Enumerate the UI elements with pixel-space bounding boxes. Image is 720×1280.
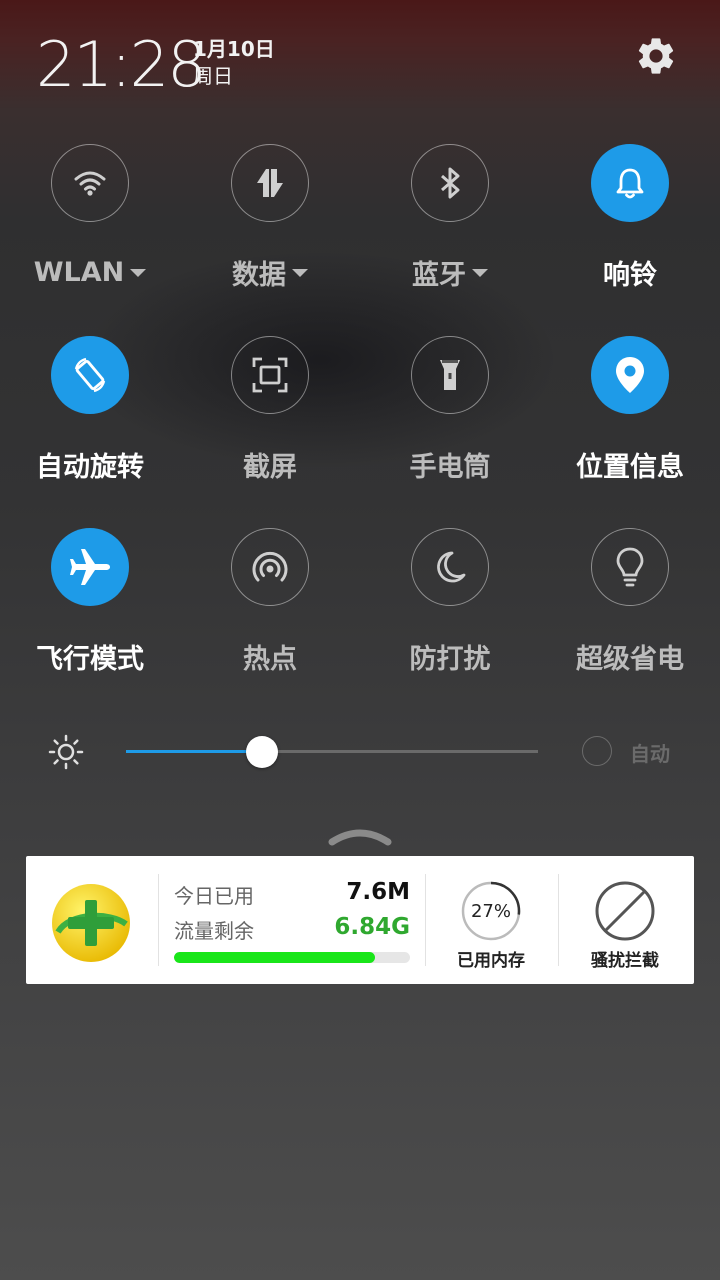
quick-tile-bluetooth[interactable]: 蓝牙 — [360, 144, 540, 291]
quick-tile-label: 超级省电 — [576, 643, 684, 675]
hotspot-icon — [248, 545, 292, 589]
quick-tile-label: 数据 — [232, 259, 286, 291]
quick-tile-label: 响铃 — [603, 259, 657, 291]
flashlight-icon — [430, 355, 470, 395]
quick-tile-rotate[interactable]: 自动旋转 — [0, 336, 180, 483]
location-pin-icon — [610, 353, 650, 397]
quick-tile-bell[interactable]: 响铃 — [540, 144, 720, 291]
quick-tile-toggle[interactable] — [411, 144, 489, 222]
auto-brightness-label: 自动 — [630, 742, 670, 766]
settings-button[interactable] — [634, 34, 678, 78]
date-text: 1月10日 — [193, 37, 275, 61]
moon-icon — [430, 547, 470, 587]
airplane-icon — [66, 543, 114, 591]
quick-tile-toggle[interactable] — [591, 528, 669, 606]
bluetooth-icon — [430, 163, 470, 203]
remaining-data-value: 6.84G — [334, 914, 410, 940]
security-app-logo[interactable] — [50, 882, 132, 964]
quick-tile-toggle[interactable] — [591, 336, 669, 414]
brightness-icon — [48, 734, 84, 770]
lightbulb-icon — [610, 545, 650, 589]
brightness-slider-fill — [126, 750, 262, 753]
auto-brightness-toggle[interactable] — [582, 736, 612, 766]
quick-tile-lightbulb[interactable]: 超级省电 — [540, 528, 720, 675]
quick-tile-screenshot[interactable]: 截屏 — [180, 336, 360, 483]
brightness-slider-knob[interactable] — [245, 736, 278, 768]
quick-tile-toggle[interactable] — [591, 144, 669, 222]
quick-tile-label: WLAN — [33, 256, 125, 288]
today-used-value: 7.6M — [346, 879, 410, 905]
quick-tile-moon[interactable]: 防打扰 — [360, 528, 540, 675]
quick-tile-hotspot[interactable]: 热点 — [180, 528, 360, 675]
screenshot-icon — [248, 353, 292, 397]
data-arrows-icon — [250, 163, 290, 203]
quick-tile-toggle[interactable] — [411, 336, 489, 414]
remaining-data-label: 流量剩余 — [174, 919, 254, 943]
quick-tile-toggle[interactable] — [231, 528, 309, 606]
weekday-text: 周日 — [193, 64, 233, 88]
quick-tile-label: 飞行模式 — [36, 643, 144, 675]
data-usage-bar-fill — [174, 952, 375, 963]
collapse-chevron-icon[interactable] — [328, 822, 392, 846]
quick-tile-airplane[interactable]: 飞行模式 — [0, 528, 180, 675]
quick-tile-label: 截屏 — [243, 451, 297, 483]
dropdown-caret-icon[interactable] — [472, 269, 488, 277]
divider — [158, 874, 159, 966]
quick-tile-label: 手电筒 — [409, 451, 491, 483]
quick-tile-toggle[interactable] — [51, 528, 129, 606]
quick-tile-location-pin[interactable]: 位置信息 — [540, 336, 720, 483]
rotate-icon — [68, 353, 112, 397]
quick-tile-flashlight[interactable]: 手电筒 — [360, 336, 540, 483]
quick-tile-wifi[interactable]: WLAN — [0, 144, 180, 290]
dropdown-caret-icon[interactable] — [130, 269, 147, 277]
divider — [558, 874, 559, 966]
quick-tile-label: 自动旋转 — [36, 451, 144, 483]
data-usage-bar — [174, 952, 410, 963]
memory-percent: 27% — [470, 900, 511, 922]
quick-tile-toggle[interactable] — [231, 336, 309, 414]
quick-tile-label: 位置信息 — [576, 451, 684, 483]
wifi-icon — [70, 163, 110, 203]
security-widget-card: 今日已用 7.6M 流量剩余 6.84G 27% 已用内存 骚扰拦截 — [26, 856, 694, 984]
quick-tile-label: 热点 — [243, 643, 297, 675]
block-icon[interactable] — [594, 880, 656, 942]
bell-icon — [610, 163, 650, 203]
clock-time: 21:28 — [36, 28, 207, 101]
today-used-label: 今日已用 — [174, 884, 254, 908]
quick-tile-label: 防打扰 — [409, 643, 491, 675]
quick-tile-toggle[interactable] — [231, 144, 309, 222]
quick-tile-data-arrows[interactable]: 数据 — [180, 144, 360, 291]
quick-tile-toggle[interactable] — [411, 528, 489, 606]
quick-tile-toggle[interactable] — [51, 336, 129, 414]
quick-tile-label: 蓝牙 — [412, 259, 466, 291]
quick-tile-toggle[interactable] — [51, 144, 129, 222]
dropdown-caret-icon[interactable] — [292, 269, 308, 277]
memory-label[interactable]: 已用内存 — [426, 946, 556, 971]
gear-icon — [638, 38, 674, 74]
harassment-block-label[interactable]: 骚扰拦截 — [560, 946, 690, 971]
